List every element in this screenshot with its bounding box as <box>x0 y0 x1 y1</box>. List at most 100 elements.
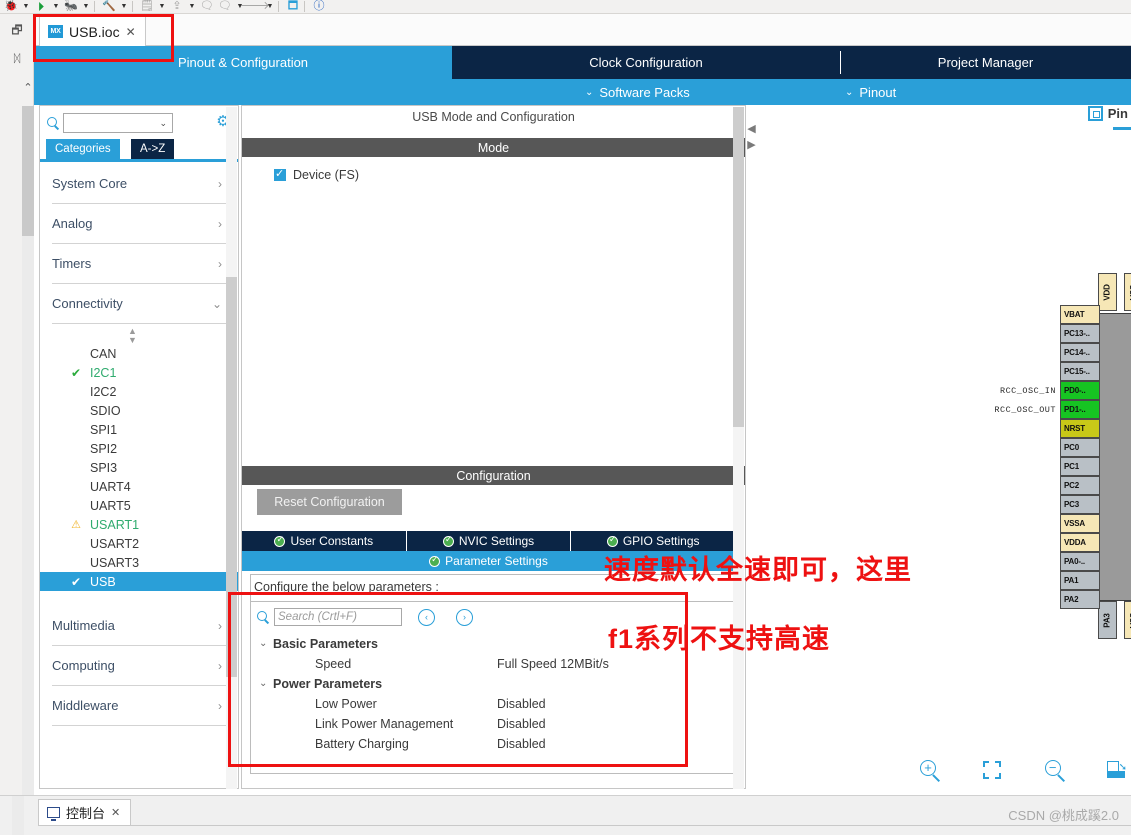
bug-icon[interactable]: 🐞 <box>2 0 20 13</box>
debug-icon[interactable]: 🐜 <box>62 0 80 13</box>
pin-vss-bottom[interactable]: VSS <box>1124 601 1131 639</box>
pin-pd0[interactable]: PD0-.. <box>1060 381 1100 400</box>
rail-scroll-thumb[interactable] <box>22 106 34 236</box>
pin-pa2[interactable]: PA2 <box>1060 590 1100 609</box>
chevron-down-icon[interactable]: ▼ <box>156 0 168 13</box>
pin-pc1[interactable]: PC1 <box>1060 457 1100 476</box>
pin-vdda[interactable]: VDDA <box>1060 533 1100 552</box>
category-computing[interactable]: Computing › <box>52 646 226 686</box>
list-item[interactable]: I2C2 <box>40 382 238 401</box>
search-input[interactable]: ⌄ <box>63 113 173 133</box>
list-item[interactable]: UART4 <box>40 477 238 496</box>
split-expand-right-icon[interactable]: ▶ <box>747 137 756 151</box>
chevron-down-icon[interactable]: ▼ <box>118 0 130 13</box>
previous-match-button[interactable]: ‹ <box>418 608 435 626</box>
pin-pc3[interactable]: PC3 <box>1060 495 1100 514</box>
zoom-in-icon[interactable]: + <box>918 758 944 784</box>
config-scrollbar[interactable] <box>733 107 744 789</box>
list-item[interactable]: SDIO <box>40 401 238 420</box>
info-icon[interactable]: ⓘ <box>310 0 328 13</box>
tab-user-constants[interactable]: User Constants <box>242 531 407 551</box>
pin-pc0[interactable]: PC0 <box>1060 438 1100 457</box>
category-system-core[interactable]: System Core › <box>52 164 226 204</box>
list-item[interactable]: ✔ I2C1 <box>40 363 238 382</box>
list-item[interactable]: UART5 <box>40 496 238 515</box>
tab-project-manager[interactable]: Project Manager <box>840 46 1131 79</box>
category-multimedia[interactable]: Multimedia › <box>52 606 226 646</box>
config-scroll-thumb[interactable] <box>733 107 744 427</box>
pin-pa0[interactable]: PA0-.. <box>1060 552 1100 571</box>
zoom-out-icon[interactable]: − <box>1043 758 1069 784</box>
chevron-down-icon[interactable]: ⌄ <box>259 638 267 649</box>
category-analog[interactable]: Analog › <box>52 204 226 244</box>
rail-scrollbar[interactable] <box>22 106 34 806</box>
sub-nav-pinout[interactable]: ⌄ Pinout <box>845 79 896 105</box>
parameter-row-speed[interactable]: Speed Full Speed 12MBit/s <box>257 655 727 675</box>
pin-pc2[interactable]: PC2 <box>1060 476 1100 495</box>
tab-clock-configuration[interactable]: Clock Configuration <box>452 46 840 79</box>
parameter-group-row[interactable]: ⌄ Power Parameters <box>257 675 727 695</box>
pin-vss-top[interactable]: VSS <box>1124 273 1131 311</box>
sub-nav-software-packs[interactable]: ⌄ Software Packs <box>585 79 690 105</box>
pin-vbat[interactable]: VBAT <box>1060 305 1100 324</box>
chevron-down-icon[interactable]: ⌄ <box>259 678 267 689</box>
restore-window-icon[interactable]: 🗗 <box>8 22 26 40</box>
category-middleware[interactable]: Middleware › <box>52 686 226 726</box>
list-item[interactable]: SPI2 <box>40 439 238 458</box>
parameter-value[interactable]: Full Speed 12MBit/s <box>497 657 609 671</box>
list-item[interactable]: SPI3 <box>40 458 238 477</box>
console-tab[interactable]: 控制台 ✕ <box>38 799 132 825</box>
chevron-down-icon[interactable]: ▼ <box>20 0 32 13</box>
outline-icon[interactable]: ᛞ <box>8 50 26 68</box>
sidebar-scrollbar[interactable] <box>226 107 237 789</box>
category-connectivity[interactable]: Connectivity ⌄ <box>52 284 226 324</box>
checkbox-device-fs[interactable] <box>274 167 286 181</box>
pin-pa3[interactable]: PA3 <box>1098 601 1117 639</box>
mode-device-fs-row[interactable]: Device (FS) <box>274 167 359 182</box>
export-image-icon[interactable]: ➘ <box>1105 758 1131 784</box>
tab-a-to-z[interactable]: A->Z <box>131 139 175 159</box>
pin-pd1[interactable]: PD1-.. <box>1060 400 1100 419</box>
tab-pinout-configuration[interactable]: Pinout & Configuration <box>34 46 452 79</box>
parameter-search-input[interactable]: Search (Crtl+F) <box>274 608 402 626</box>
parameter-value[interactable]: Disabled <box>497 717 546 731</box>
pin-pc13[interactable]: PC13-.. <box>1060 324 1100 343</box>
tab-categories[interactable]: Categories <box>46 139 120 159</box>
list-item[interactable]: USART3 <box>40 553 238 572</box>
collapse-up-icon[interactable]: ⌃ <box>22 74 34 100</box>
parameter-row-link-power-management[interactable]: Link Power Management Disabled <box>257 715 727 735</box>
fit-to-screen-icon[interactable] <box>980 758 1006 784</box>
parameter-value[interactable]: Disabled <box>497 737 546 751</box>
chevron-down-icon[interactable]: ⌄ <box>159 118 167 129</box>
chevron-down-icon[interactable]: ▼ <box>80 0 92 13</box>
category-timers[interactable]: Timers › <box>52 244 226 284</box>
parameter-value[interactable]: Disabled <box>497 697 546 711</box>
sidebar-item-usb[interactable]: ✔ USB <box>40 572 238 591</box>
list-item[interactable]: USART2 <box>40 534 238 553</box>
chevron-down-icon[interactable]: ▼ <box>186 0 198 13</box>
list-item[interactable]: CAN <box>40 344 238 363</box>
list-item[interactable]: SPI1 <box>40 420 238 439</box>
close-icon[interactable]: ✕ <box>111 806 120 819</box>
tab-nvic-settings[interactable]: NVIC Settings <box>406 531 572 551</box>
pin-pa1[interactable]: PA1 <box>1060 571 1100 590</box>
list-item[interactable]: ⚠ USART1 <box>40 515 238 534</box>
document-tab-usb-ioc[interactable]: MX USB.ioc ✕ <box>39 16 146 46</box>
new-window-icon[interactable]: 🗖 <box>284 0 302 13</box>
next-match-button[interactable]: › <box>456 608 473 626</box>
split-collapse-left-icon[interactable]: ◀ <box>747 121 756 135</box>
run-icon[interactable]: ⏵ <box>32 0 50 13</box>
pin-pc15[interactable]: PC15-.. <box>1060 362 1100 381</box>
parameter-row-battery-charging[interactable]: Battery Charging Disabled <box>257 735 727 755</box>
build-icon[interactable]: 🔨 <box>100 0 118 13</box>
pin-nrst[interactable]: NRST <box>1060 419 1100 438</box>
list-scroll-spinner[interactable]: ▲ ▼ <box>128 327 137 345</box>
pin-pc14[interactable]: PC14-.. <box>1060 343 1100 362</box>
sidebar-scroll-thumb[interactable] <box>226 277 237 677</box>
close-icon[interactable]: ✕ <box>126 25 136 39</box>
reset-configuration-button[interactable]: Reset Configuration <box>257 489 402 515</box>
pin-vdd-top[interactable]: VDD <box>1098 273 1117 311</box>
pin-vssa[interactable]: VSSA <box>1060 514 1100 533</box>
chevron-down-icon[interactable]: ▼ <box>50 0 62 13</box>
parameter-row-low-power[interactable]: Low Power Disabled <box>257 695 727 715</box>
